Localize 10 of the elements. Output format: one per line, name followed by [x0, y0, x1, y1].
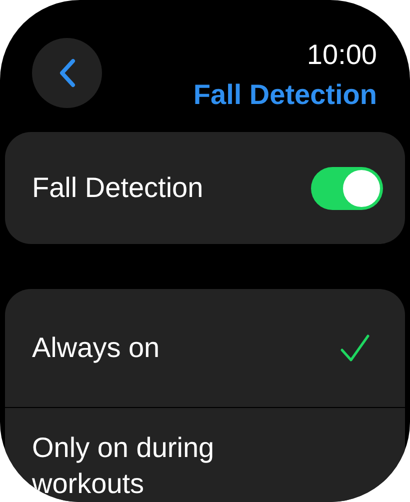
option-label: Always on: [32, 331, 161, 365]
toggle-switch[interactable]: [311, 166, 383, 210]
clock-time: 10:00: [306, 38, 377, 72]
option-row[interactable]: Only on during workouts: [5, 407, 405, 502]
option-label: Only on during workouts: [32, 431, 216, 501]
toggle-label: Fall Detection: [32, 171, 204, 205]
checkmark-icon: [340, 334, 370, 362]
back-icon: [58, 58, 76, 88]
page-title: Fall Detection: [193, 78, 377, 112]
option-row[interactable]: Always on: [5, 289, 405, 407]
